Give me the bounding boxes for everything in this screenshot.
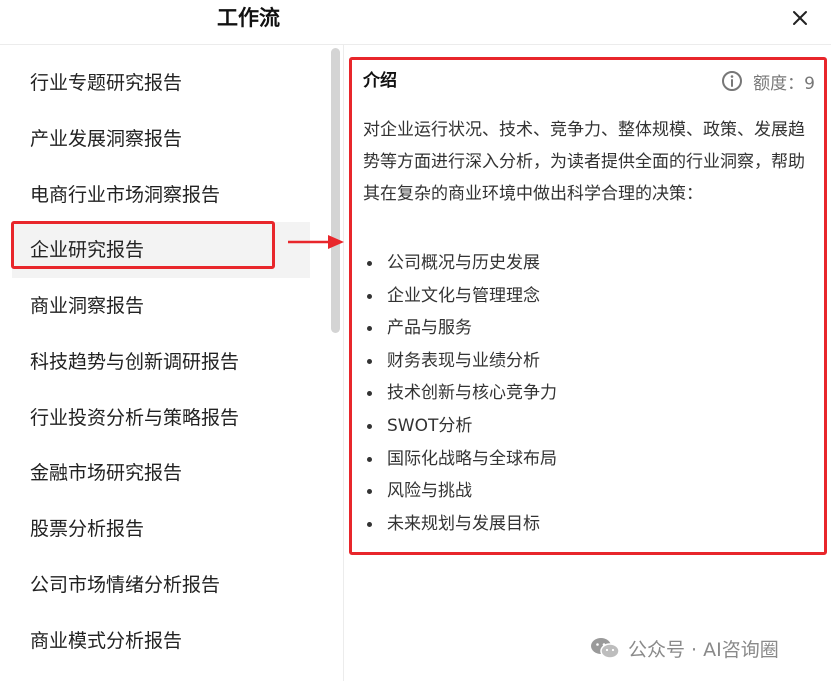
close-icon <box>793 11 807 25</box>
info-icon[interactable] <box>721 70 743 92</box>
detail-bullet-list: 公司概况与历史发展 企业文化与管理理念 产品与服务 财务表现与业绩分析 技术创新… <box>363 247 818 540</box>
list-item: SWOT分析 <box>363 410 818 443</box>
list-item: 企业文化与管理理念 <box>363 280 818 313</box>
sidebar-item-business-model[interactable]: 商业模式分析报告 <box>12 613 310 669</box>
sidebar-item-label: 股票分析报告 <box>30 518 145 540</box>
sidebar-item-tech-trends[interactable]: 科技趋势与创新调研报告 <box>12 334 310 390</box>
list-item: 技术创新与核心竞争力 <box>363 377 818 410</box>
list-item: 风险与挑战 <box>363 475 818 508</box>
sidebar-scrollbar[interactable] <box>331 48 340 333</box>
watermark: 公众号 · AI咨询圈 <box>590 634 779 662</box>
quota-indicator: 额度：9 <box>721 69 815 94</box>
detail-title: 介绍 <box>363 71 397 91</box>
workflow-list: 行业专题研究报告 产业发展洞察报告 电商行业市场洞察报告 企业研究报告 商业洞察… <box>0 45 344 681</box>
sidebar-item-industry-insight[interactable]: 产业发展洞察报告 <box>12 111 310 167</box>
list-item: 公司概况与历史发展 <box>363 247 818 280</box>
sidebar-item-label: 商业模式分析报告 <box>30 630 183 652</box>
sidebar-item-label: 科技趋势与创新调研报告 <box>30 351 240 373</box>
list-item: 国际化战略与全球布局 <box>363 443 818 476</box>
quota-label: 额度：9 <box>753 73 815 94</box>
workflow-dialog: 工作流 行业专题研究报告 产业发展洞察报告 电商行业市场洞察报告 企业研究报告 … <box>0 0 831 681</box>
sidebar-item-industry-topic[interactable]: 行业专题研究报告 <box>12 55 310 111</box>
arrow-right-icon <box>288 235 344 249</box>
dialog-header: 工作流 <box>0 0 831 45</box>
sidebar-item-label: 行业专题研究报告 <box>30 72 183 94</box>
sidebar-item-investment-strategy[interactable]: 行业投资分析与策略报告 <box>12 390 310 446</box>
sidebar-item-label: 行业投资分析与策略报告 <box>30 407 240 429</box>
sidebar-item-label: 企业研究报告 <box>30 239 145 261</box>
list-item: 未来规划与发展目标 <box>363 508 818 541</box>
list-item: 财务表现与业绩分析 <box>363 345 818 378</box>
sidebar-item-label: 商业洞察报告 <box>30 295 145 317</box>
sidebar-item-business-insight[interactable]: 商业洞察报告 <box>12 278 310 334</box>
sidebar-item-financial-market[interactable]: 金融市场研究报告 <box>12 445 310 501</box>
sidebar-item-company-research[interactable]: 企业研究报告 <box>12 222 310 278</box>
sidebar-item-label: 产业发展洞察报告 <box>30 128 183 150</box>
watermark-text: 公众号 · AI咨询圈 <box>628 638 779 661</box>
sidebar-item-label: 公司市场情绪分析报告 <box>30 574 221 596</box>
sidebar-item-stock-analysis[interactable]: 股票分析报告 <box>12 501 310 557</box>
workflow-detail-panel: 介绍 额度：9 对企业运行状况、技术、竞争力、整体规模、政策、发展趋势等方面进行… <box>349 57 827 555</box>
close-button[interactable] <box>786 4 814 32</box>
sidebar-item-label: 电商行业市场洞察报告 <box>30 184 221 206</box>
sidebar-item-ecommerce-insight[interactable]: 电商行业市场洞察报告 <box>12 167 310 223</box>
dialog-title: 工作流 <box>217 6 280 30</box>
sidebar-item-market-sentiment[interactable]: 公司市场情绪分析报告 <box>12 557 310 613</box>
list-item: 产品与服务 <box>363 312 818 345</box>
wechat-icon <box>591 638 620 659</box>
detail-description: 对企业运行状况、技术、竞争力、整体规模、政策、发展趋势等方面进行深入分析，为读者… <box>363 120 805 204</box>
sidebar-item-label: 金融市场研究报告 <box>30 462 183 484</box>
